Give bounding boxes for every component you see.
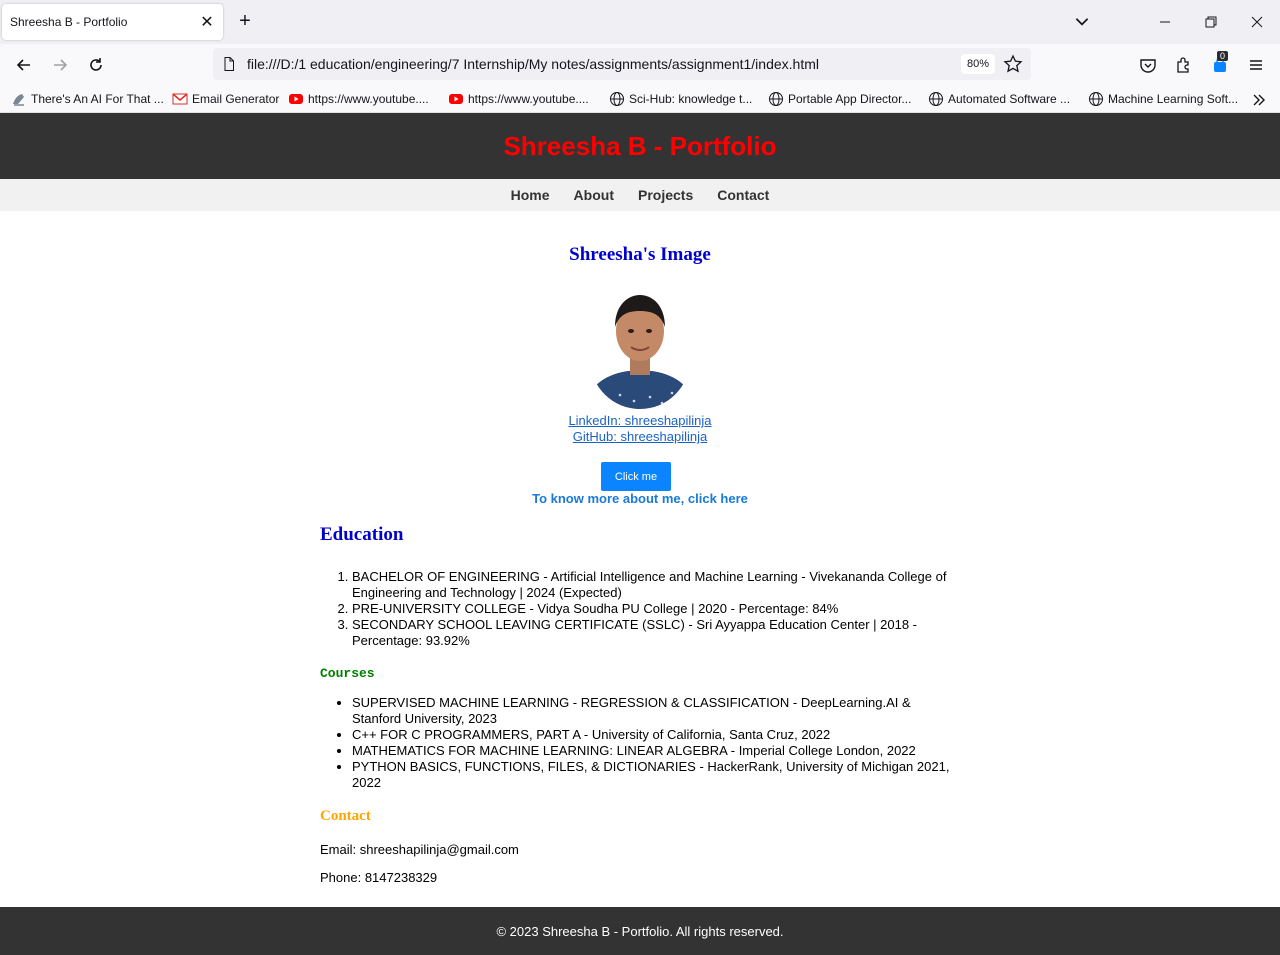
menu-icon[interactable] [1245, 54, 1267, 76]
restore-icon[interactable] [1201, 12, 1221, 32]
url-bar[interactable]: file:///D:/1 education/engineering/7 Int… [213, 48, 1031, 80]
globe-icon [1089, 92, 1103, 106]
list-item: MATHEMATICS FOR MACHINE LEARNING: LINEAR… [352, 743, 960, 759]
courses-list: SUPERVISED MACHINE LEARNING - REGRESSION… [352, 695, 960, 791]
pocket-icon[interactable] [1137, 54, 1159, 76]
linkedin-row: LinkedIn: shreeshapilinja [0, 413, 1280, 428]
minimize-icon[interactable] [1155, 12, 1175, 32]
extensions-icon[interactable] [1173, 54, 1195, 76]
url-text[interactable]: file:///D:/1 education/engineering/7 Int… [247, 56, 961, 72]
youtube-icon [449, 94, 463, 104]
education-heading: Education [320, 524, 404, 545]
list-item: SECONDARY SCHOOL LEAVING CERTIFICATE (SS… [352, 617, 960, 649]
github-link[interactable]: GitHub: shreeshapilinja [573, 429, 707, 444]
profile-photo [590, 285, 690, 409]
contact-phone: Phone: 8147238329 [320, 870, 438, 885]
bookmark-label: Portable App Director... [788, 92, 912, 106]
bookmark-label: Machine Learning Soft... [1108, 92, 1239, 106]
nav-about[interactable]: About [574, 187, 614, 203]
footer-text: © 2023 Shreesha B - Portfolio. All right… [496, 923, 784, 939]
github-row: GitHub: shreeshapilinja [0, 429, 1280, 444]
site-header: Shreesha B - Portfolio [0, 113, 1280, 179]
bookmark-label: There's An AI For That ... [31, 92, 164, 106]
youtube-icon [289, 94, 303, 104]
bookmark-item[interactable]: https://www.youtube.... [288, 90, 429, 108]
gmail-icon [172, 93, 188, 105]
contact-email: Email: shreeshapilinja@gmail.com [320, 842, 519, 857]
list-item: C++ FOR C PROGRAMMERS, PART A - Universi… [352, 727, 960, 743]
bookmark-item[interactable]: https://www.youtube.... [448, 90, 589, 108]
courses-heading: Courses [320, 666, 375, 681]
list-item: PRE-UNIVERSITY COLLEGE - Vidya Soudha PU… [352, 601, 960, 617]
bookmark-item[interactable]: Email Generator [172, 90, 279, 108]
list-item: PYTHON BASICS, FUNCTIONS, FILES, & DICTI… [352, 759, 960, 791]
active-tab[interactable]: Shreesha B - Portfolio ✕ [2, 4, 223, 40]
globe-icon [610, 92, 624, 106]
ai-icon [13, 94, 24, 106]
education-list: BACHELOR OF ENGINEERING - Artificial Int… [352, 569, 960, 649]
nav-home[interactable]: Home [511, 187, 550, 203]
list-item: SUPERVISED MACHINE LEARNING - REGRESSION… [352, 695, 960, 727]
bookmark-item[interactable]: Sci-Hub: knowledge t... [609, 90, 752, 108]
list-item: BACHELOR OF ENGINEERING - Artificial Int… [352, 569, 960, 601]
close-window-icon[interactable] [1247, 12, 1267, 32]
extension-badge: 0 [1217, 51, 1229, 61]
linkedin-link[interactable]: LinkedIn: shreeshapilinja [568, 413, 711, 428]
tab-title: Shreesha B - Portfolio [10, 15, 128, 29]
bookmark-item[interactable]: Automated Software ... [928, 90, 1070, 108]
globe-icon [929, 92, 943, 106]
bookmarks-toolbar: There's An AI For That ... Email Generat… [0, 86, 1280, 113]
know-more-text: To know more about me, click here [532, 491, 748, 506]
main-content: Education BACHELOR OF ENGINEERING - Arti… [320, 524, 960, 885]
navigation-toolbar: file:///D:/1 education/engineering/7 Int… [0, 44, 1280, 86]
nav-contact[interactable]: Contact [717, 187, 769, 203]
site-footer: © 2023 Shreesha B - Portfolio. All right… [0, 907, 1280, 955]
globe-icon [769, 92, 783, 106]
bookmark-item[interactable]: Machine Learning Soft... [1088, 90, 1238, 108]
bookmark-label: Sci-Hub: knowledge t... [629, 92, 753, 106]
more-bookmarks-icon[interactable] [1251, 92, 1267, 108]
tab-bar: Shreesha B - Portfolio ✕ + [0, 0, 1280, 44]
tab-close-icon[interactable]: ✕ [199, 12, 215, 32]
zoom-indicator[interactable]: 80% [960, 54, 995, 74]
reload-icon[interactable] [84, 54, 108, 76]
bookmark-item[interactable]: There's An AI For That ... [11, 90, 164, 108]
chevron-down-icon[interactable] [1073, 12, 1091, 30]
bookmark-label: https://www.youtube.... [468, 92, 589, 106]
back-icon[interactable] [12, 54, 36, 76]
bookmark-label: Email Generator [192, 92, 280, 106]
image-heading: Shreesha's Image [569, 244, 711, 265]
new-tab-icon[interactable]: + [234, 10, 256, 32]
bookmark-label: https://www.youtube.... [308, 92, 429, 106]
contact-heading: Contact [320, 808, 371, 824]
forward-icon[interactable] [48, 54, 72, 76]
nav-projects[interactable]: Projects [638, 187, 693, 203]
bookmark-item[interactable]: Portable App Director... [768, 90, 911, 108]
page-icon [224, 57, 234, 71]
click-me-button[interactable]: Click me [601, 462, 671, 491]
site-nav: Home About Projects Contact [0, 179, 1280, 211]
site-title: Shreesha B - Portfolio [503, 130, 777, 161]
bookmark-star-icon[interactable] [1003, 54, 1023, 74]
bookmark-label: Automated Software ... [948, 92, 1071, 106]
